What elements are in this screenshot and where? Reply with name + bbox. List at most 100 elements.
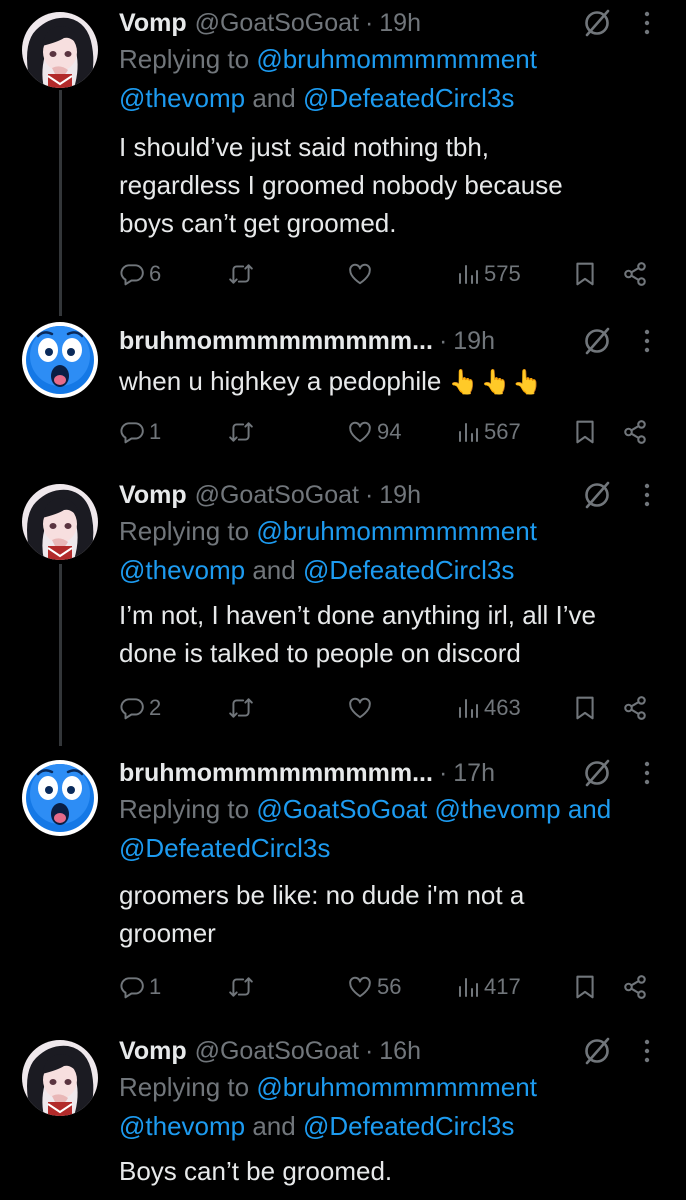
handle[interactable]: @GoatSoGoat — [195, 1037, 359, 1066]
tweet-text-line: I’m not, I haven’t done anything irl, al… — [119, 600, 596, 630]
reply-button[interactable]: 1 — [119, 414, 161, 450]
share-button[interactable] — [622, 969, 648, 1005]
mention-link[interactable]: @DefeatedCircl3s — [119, 833, 330, 863]
separator-dot: · — [364, 1036, 374, 1065]
grok-icon[interactable] — [582, 8, 612, 38]
mention-link[interactable]: @bruhmommmmmment — [256, 1072, 537, 1102]
views-button[interactable]: 463 — [456, 690, 521, 726]
like-count: 56 — [377, 974, 402, 999]
timestamp[interactable]: 19h — [379, 481, 421, 510]
reply-button[interactable]: 2 — [119, 690, 161, 726]
timestamp[interactable]: 17h — [453, 759, 495, 788]
bookmark-button[interactable] — [572, 690, 598, 726]
views-button[interactable]: 417 — [456, 969, 521, 1005]
separator-dot: · — [364, 8, 374, 37]
reply-icon — [119, 419, 145, 445]
avatar[interactable] — [22, 322, 98, 398]
display-name[interactable]: bruhmommmmmmmmm... — [119, 759, 433, 788]
display-name[interactable]: Vomp — [119, 481, 187, 510]
like-button[interactable] — [347, 256, 373, 292]
replying-to: Replying to @bruhmommmmmment @thevomp an… — [119, 1068, 676, 1146]
mention-link[interactable]: @DefeatedCircl3s — [303, 555, 514, 585]
action-bar: 6 575 — [0, 256, 686, 292]
avatar[interactable] — [22, 484, 98, 560]
separator-dot: · — [438, 326, 448, 355]
display-name[interactable]: Vomp — [119, 1037, 187, 1066]
more-icon[interactable] — [642, 760, 652, 786]
mention-link[interactable]: @thevomp — [119, 83, 245, 113]
share-button[interactable] — [622, 414, 648, 450]
more-icon[interactable] — [642, 10, 652, 36]
mention-link[interactable]: @thevomp — [119, 1111, 245, 1141]
bookmark-button[interactable] — [572, 256, 598, 292]
repost-button[interactable] — [228, 690, 254, 726]
heart-icon — [347, 695, 373, 721]
share-icon — [622, 261, 648, 287]
display-name[interactable]: bruhmommmmmmmmm... — [119, 327, 433, 356]
mention-link[interactable]: @GoatSoGoat — [256, 794, 427, 824]
timestamp[interactable]: 19h — [379, 9, 421, 38]
replying-to: Replying to @bruhmommmmmment @thevomp an… — [119, 512, 676, 590]
repost-button[interactable] — [228, 969, 254, 1005]
replying-to-label: Replying to — [119, 44, 250, 74]
and-label: and — [245, 83, 303, 113]
replying-to-label: Replying to — [119, 1072, 250, 1102]
tweet-text-line: groomers be like: no dude i'm not a — [119, 880, 525, 910]
bookmark-icon — [572, 974, 598, 1000]
grok-icon[interactable] — [582, 480, 612, 510]
display-name[interactable]: Vomp — [119, 9, 187, 38]
views-button[interactable]: 575 — [456, 256, 521, 292]
share-button[interactable] — [622, 256, 648, 292]
action-bar: 2 463 — [0, 690, 686, 726]
timestamp[interactable]: 19h — [453, 327, 495, 356]
tweet-text: when u highkey a pedophile 👆👆👆 — [119, 362, 676, 402]
like-count: 94 — [377, 419, 402, 444]
bookmark-icon — [572, 419, 598, 445]
repost-button[interactable] — [228, 256, 254, 292]
views-count: 567 — [484, 419, 521, 444]
and-label: and — [245, 555, 303, 585]
repost-button[interactable] — [228, 414, 254, 450]
like-button[interactable]: 94 — [347, 414, 401, 450]
bookmark-button[interactable] — [572, 969, 598, 1005]
mention-link[interactable]: @thevomp — [434, 794, 560, 824]
handle[interactable]: @GoatSoGoat — [195, 9, 359, 38]
heart-icon — [347, 419, 373, 445]
reply-button[interactable]: 1 — [119, 969, 161, 1005]
grok-icon[interactable] — [582, 326, 612, 356]
avatar[interactable] — [22, 1040, 98, 1116]
reply-icon — [119, 695, 145, 721]
tweet-text: groomers be like: no dude i'm not a groo… — [119, 876, 676, 952]
grok-icon[interactable] — [582, 758, 612, 788]
mention-link[interactable]: @thevomp — [119, 555, 245, 585]
avatar[interactable] — [22, 760, 98, 836]
more-icon[interactable] — [642, 1038, 652, 1064]
share-icon — [622, 974, 648, 1000]
like-button[interactable]: 56 — [347, 969, 401, 1005]
tweet-text-line: regardless I groomed nobody because — [119, 170, 563, 200]
replying-to: Replying to @GoatSoGoat @thevomp and @De… — [119, 790, 676, 868]
pointing-up-emoji: 👆👆👆 — [448, 369, 545, 396]
more-icon[interactable] — [642, 482, 652, 508]
mention-link[interactable]: @bruhmommmmmment — [256, 516, 537, 546]
views-icon — [456, 420, 480, 444]
bookmark-button[interactable] — [572, 414, 598, 450]
action-bar: 1 56 417 — [0, 969, 686, 1005]
views-button[interactable]: 567 — [456, 414, 521, 450]
handle[interactable]: @GoatSoGoat — [195, 481, 359, 510]
share-button[interactable] — [622, 690, 648, 726]
replying-to-label: Replying to — [119, 516, 250, 546]
tweet-text: Boys can’t be groomed. — [119, 1152, 676, 1190]
mention-link[interactable]: @bruhmommmmmment — [256, 44, 537, 74]
views-count: 463 — [484, 695, 521, 720]
like-button[interactable] — [347, 690, 373, 726]
more-icon[interactable] — [642, 328, 652, 354]
reply-count: 2 — [149, 695, 162, 720]
mention-link[interactable]: @DefeatedCircl3s — [303, 83, 514, 113]
reply-button[interactable]: 6 — [119, 256, 161, 292]
timestamp[interactable]: 16h — [379, 1037, 421, 1066]
reply-icon — [119, 974, 145, 1000]
grok-icon[interactable] — [582, 1036, 612, 1066]
mention-link[interactable]: @DefeatedCircl3s — [303, 1111, 514, 1141]
avatar[interactable] — [22, 12, 98, 88]
